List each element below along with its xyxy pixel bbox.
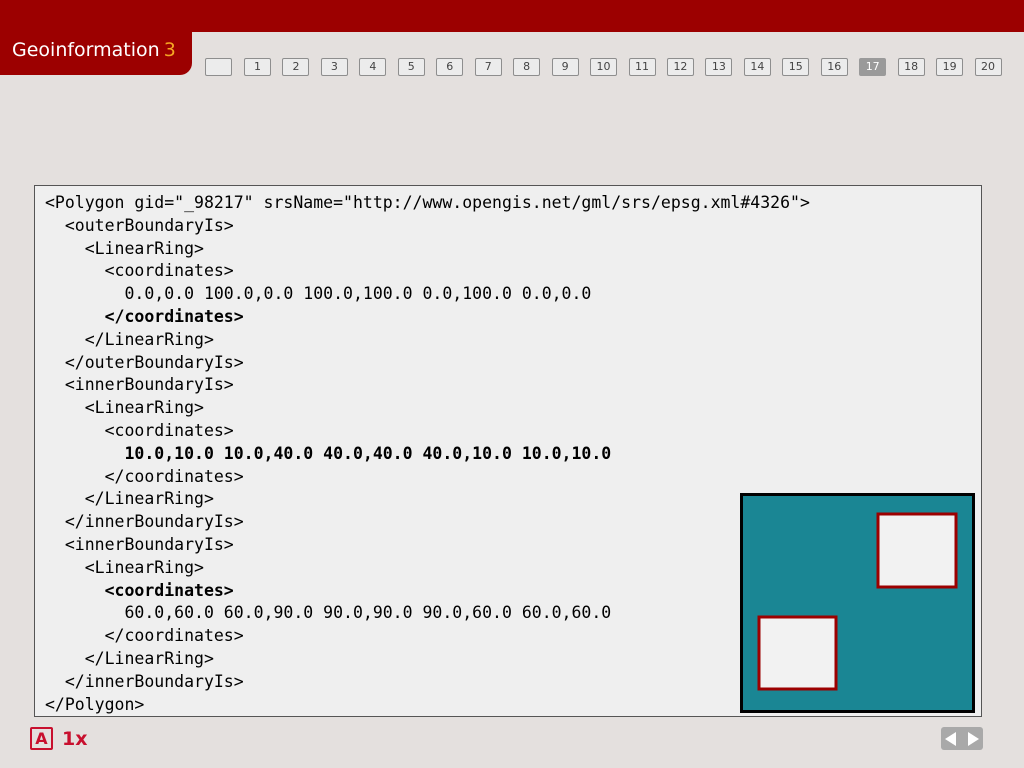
slide-button-5[interactable]: 5 <box>397 58 425 76</box>
code-line: </LinearRing> <box>45 648 214 668</box>
slide-button-11[interactable]: 11 <box>628 58 656 76</box>
code-line: <innerBoundaryIs> <box>45 375 234 395</box>
code-line: 10.0,10.0 10.0,40.0 40.0,40.0 40.0,10.0 … <box>45 443 612 463</box>
code-line: <LinearRing> <box>45 238 204 258</box>
code-line: <LinearRing> <box>45 557 204 577</box>
slide-button-13[interactable]: 13 <box>705 58 733 76</box>
slide-button-9[interactable]: 9 <box>551 58 579 76</box>
code-line: <Polygon gid="_98217" srsName="http://ww… <box>45 193 810 212</box>
code-line: </innerBoundaryIs> <box>45 512 244 532</box>
slide-button-16[interactable]: 16 <box>820 58 848 76</box>
code-line: </coordinates> <box>45 466 244 486</box>
code-line: </LinearRing> <box>45 489 214 509</box>
slide-button-6[interactable]: 6 <box>436 58 464 76</box>
zoom-level-label[interactable]: 1x <box>62 728 87 750</box>
code-line: <LinearRing> <box>45 398 204 418</box>
arrow-left-icon <box>945 732 956 746</box>
slide-navigation: 1 2 3 4 5 6 7 8 9 10 11 12 13 14 15 16 17 18 19 20 <box>0 0 1024 80</box>
slide-button-18[interactable]: 18 <box>897 58 925 76</box>
code-line: 60.0,60.0 60.0,90.0 90.0,90.0 90.0,60.0 … <box>45 603 612 623</box>
slide-button-2[interactable]: 2 <box>282 58 310 76</box>
code-line: </Polygon> <box>45 694 145 714</box>
code-line: </coordinates> <box>45 306 244 326</box>
slide-button-7[interactable]: 7 <box>474 58 502 76</box>
slide-button-12[interactable]: 12 <box>666 58 694 76</box>
slide-button-14[interactable]: 14 <box>743 58 771 76</box>
code-line: <innerBoundaryIs> <box>45 534 234 554</box>
a-icon[interactable]: A <box>30 727 53 750</box>
inner-boundary-hole-upper <box>876 512 958 589</box>
code-line: <coordinates> <box>45 580 234 600</box>
next-slide-button[interactable] <box>962 727 983 750</box>
slide-button-8[interactable]: 8 <box>513 58 541 76</box>
code-line: </innerBoundaryIs> <box>45 671 244 691</box>
arrow-right-icon <box>968 732 979 746</box>
code-line: </outerBoundaryIs> <box>45 352 244 372</box>
code-line: </coordinates> <box>45 626 244 646</box>
polygon-with-holes-figure <box>740 493 975 713</box>
code-line: </LinearRing> <box>45 329 214 349</box>
slide-button-15[interactable]: 15 <box>782 58 810 76</box>
gml-code-block: <Polygon gid="_98217" srsName="http://ww… <box>45 192 810 716</box>
slide-arrow-controls <box>941 727 983 750</box>
slide-button-4[interactable]: 4 <box>359 58 387 76</box>
code-line: <outerBoundaryIs> <box>45 215 234 235</box>
slide-button-20[interactable]: 20 <box>974 58 1002 76</box>
slide-button-10[interactable]: 10 <box>590 58 618 76</box>
slide-button-3[interactable]: 3 <box>320 58 348 76</box>
slide-button-17[interactable]: 17 <box>859 58 887 76</box>
code-line: 0.0,0.0 100.0,0.0 100.0,100.0 0.0,100.0 … <box>45 284 592 304</box>
code-line: <coordinates> <box>45 261 234 281</box>
code-line: <coordinates> <box>45 420 234 440</box>
previous-slide-button[interactable] <box>941 727 962 750</box>
slide-button-blank[interactable] <box>205 58 232 76</box>
slide-button-1[interactable]: 1 <box>244 58 271 76</box>
slide-button-19[interactable]: 19 <box>936 58 964 76</box>
inner-boundary-hole-lower <box>757 615 838 691</box>
